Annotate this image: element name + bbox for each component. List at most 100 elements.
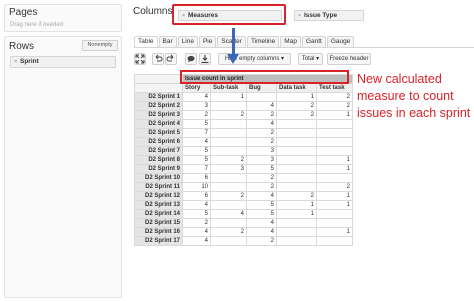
table-cell: 4 <box>182 200 211 210</box>
table-cell: 2 <box>210 191 247 201</box>
rows-title: Rows <box>9 41 35 52</box>
table-cell: 2 <box>246 110 277 120</box>
table-cell <box>276 164 317 174</box>
table-cell <box>210 137 247 147</box>
row-header[interactable]: D2 Sprint 16 <box>134 227 183 237</box>
column-header-bug[interactable]: Bug <box>246 83 277 93</box>
table-cell <box>210 173 247 183</box>
table-cell: 3 <box>182 101 211 111</box>
table-cell <box>210 200 247 210</box>
table-cell <box>210 146 247 156</box>
expand-icon[interactable] <box>134 53 146 65</box>
row-header[interactable]: D2 Sprint 14 <box>134 209 183 219</box>
table-cell: 1 <box>316 191 353 201</box>
column-header-story[interactable]: Story <box>182 83 211 93</box>
row-header[interactable]: D2 Sprint 8 <box>134 155 183 165</box>
table-row: D2 Sprint 12 6 2 4 2 1 <box>134 191 353 201</box>
row-header[interactable]: D2 Sprint 2 <box>134 101 183 111</box>
table-cell: 7 <box>182 128 211 138</box>
table-cell: 5 <box>182 119 211 129</box>
table-row: D2 Sprint 9735 1 <box>134 164 353 174</box>
table-cell <box>276 173 317 183</box>
row-header[interactable]: D2 Sprint 10 <box>134 173 183 183</box>
row-header[interactable]: D2 Sprint 4 <box>134 119 183 129</box>
table-cell: 2 <box>276 110 317 120</box>
redo-icon[interactable] <box>165 53 177 65</box>
rows-panel[interactable]: Rows Nonempty × Sprint <box>4 36 122 298</box>
table-cell: 2 <box>246 137 277 147</box>
total-dropdown[interactable]: Total ▾ <box>298 53 323 65</box>
table-cell: 1 <box>316 155 353 165</box>
table-cell: 2 <box>246 182 277 192</box>
table-cell: 4 <box>246 218 277 228</box>
table-row: D2 Sprint 14 5 4 5 1 <box>134 209 353 219</box>
table-cell: 10 <box>182 182 211 192</box>
table-cell <box>276 137 317 147</box>
sprint-chip[interactable]: × Sprint <box>10 56 116 68</box>
row-header[interactable]: D2 Sprint 5 <box>134 128 183 138</box>
table-cell: 2 <box>210 155 247 165</box>
pivot-table-body: Issue count in sprint Story Sub-task Bug… <box>134 74 353 246</box>
table-row: D2 Sprint 17 4 2 <box>134 236 353 246</box>
table-cell <box>210 101 247 111</box>
table-cell: 2 <box>246 236 277 246</box>
column-header-test-task[interactable]: Test task <box>316 83 353 93</box>
caret-down-icon: ▾ <box>316 56 320 62</box>
row-header[interactable]: D2 Sprint 15 <box>134 218 183 228</box>
table-cell: 4 <box>246 191 277 201</box>
table-cell: 2 <box>316 182 353 192</box>
nonempty-button[interactable]: Nonempty <box>82 40 118 51</box>
column-header-sub-task[interactable]: Sub-task <box>210 83 247 93</box>
row-header[interactable]: D2 Sprint 17 <box>134 236 183 246</box>
caret-down-icon: ▾ <box>281 56 285 62</box>
measures-highlight-box <box>172 4 286 25</box>
table-cell: 3 <box>210 164 247 174</box>
table-cell <box>316 209 353 219</box>
table-cell: 4 <box>182 236 211 246</box>
table-cell <box>276 146 317 156</box>
table-cell <box>316 236 353 246</box>
tab-divider <box>134 47 474 48</box>
remove-icon[interactable]: × <box>298 11 301 21</box>
table-row: D2 Sprint 14112 <box>134 92 353 102</box>
comment-icon[interactable] <box>185 53 197 65</box>
freeze-header-button[interactable]: Freeze header <box>327 53 371 65</box>
table-cell: 4 <box>182 137 211 147</box>
pages-title: Pages <box>9 7 38 18</box>
row-header[interactable]: D2 Sprint 3 <box>134 110 183 120</box>
row-header[interactable]: D2 Sprint 12 <box>134 191 183 201</box>
table-cell: 2 <box>246 128 277 138</box>
row-header[interactable]: D2 Sprint 7 <box>134 146 183 156</box>
table-cell: 4 <box>182 227 211 237</box>
table-cell: 2 <box>246 173 277 183</box>
table-cell: 2 <box>182 218 211 228</box>
row-header[interactable]: D2 Sprint 6 <box>134 137 183 147</box>
table-cell <box>276 119 317 129</box>
table-cell <box>316 146 353 156</box>
table-cell: 7 <box>182 164 211 174</box>
table-cell: 1 <box>316 164 353 174</box>
table-cell <box>276 128 317 138</box>
columns-title: Columns <box>133 6 173 17</box>
table-cell <box>276 227 317 237</box>
row-header[interactable]: D2 Sprint 13 <box>134 200 183 210</box>
annotation-text: New calculated measure to count issues i… <box>357 72 471 120</box>
table-cell: 1 <box>276 209 317 219</box>
undo-icon[interactable] <box>152 53 164 65</box>
sprint-chip-label: Sprint <box>20 58 39 65</box>
row-header[interactable]: D2 Sprint 11 <box>134 182 183 192</box>
table-cell: 4 <box>246 119 277 129</box>
table-cell: 1 <box>210 92 247 102</box>
remove-icon[interactable]: × <box>14 57 17 67</box>
table-cell: 3 <box>246 155 277 165</box>
row-header[interactable]: D2 Sprint 9 <box>134 164 183 174</box>
pivot-table: Issue count in sprint Story Sub-task Bug… <box>134 74 353 246</box>
table-cell: 2 <box>316 92 353 102</box>
issue-type-chip[interactable]: × Issue Type <box>294 10 364 21</box>
table-row: D2 Sprint 16 4 2 4 1 <box>134 227 353 237</box>
download-icon[interactable] <box>199 53 211 65</box>
row-header[interactable]: D2 Sprint 1 <box>134 92 183 102</box>
table-cell: 1 <box>276 200 317 210</box>
column-header-data-task[interactable]: Data task <box>276 83 317 93</box>
pages-panel[interactable]: Pages Drag here if needed <box>4 4 122 32</box>
